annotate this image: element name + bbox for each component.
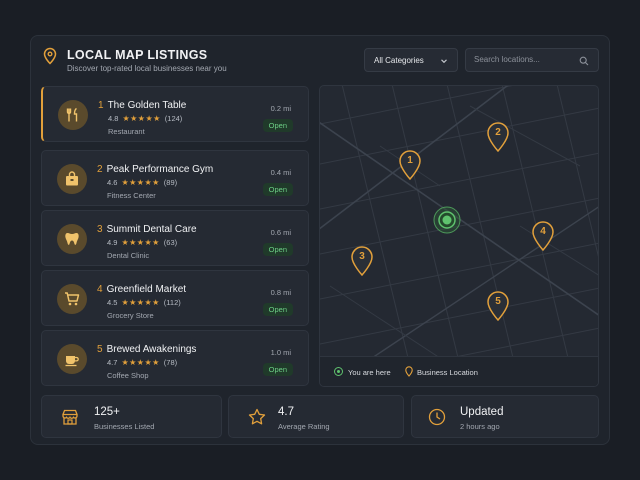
status-badge: Open [262, 303, 293, 316]
map-marker-2[interactable]: 2 [487, 122, 509, 153]
page-title: LOCAL MAP LISTINGS [67, 48, 208, 62]
stat-label: 2 hours ago [460, 422, 500, 431]
rating-value: 4.6 [107, 178, 118, 187]
legend-business-label: Business Location [417, 368, 478, 377]
listing-distance: 0.6 mi [270, 228, 291, 237]
rating-value: 4.9 [107, 238, 118, 247]
status-badge: Open [262, 243, 293, 256]
store-icon [62, 409, 78, 425]
cart-icon [57, 284, 87, 314]
chevron-down-icon [441, 59, 447, 64]
stat-rating: 4.7 Average Rating [228, 395, 404, 438]
map-legend: You are here Business Location [320, 356, 598, 386]
legend-you-label: You are here [348, 368, 391, 377]
listing-number: 5 [97, 344, 103, 355]
map-marker-3[interactable]: 3 [351, 246, 373, 277]
location-dot-icon [334, 367, 343, 376]
listing-category: Grocery Store [107, 311, 154, 320]
rating-row: 4.5 ★★★★★ (112) [107, 298, 181, 307]
star-rating: ★★★★★ [121, 178, 160, 187]
category-select[interactable]: All Categories [364, 48, 458, 72]
stat-businesses: 125+ Businesses Listed [41, 395, 222, 438]
status-badge: Open [262, 183, 293, 196]
stat-value: Updated [460, 406, 504, 418]
listing-category: Fitness Center [107, 191, 156, 200]
coffee-cup-icon [57, 344, 87, 374]
stat-value: 4.7 [278, 406, 294, 418]
marker-label: 1 [407, 155, 413, 166]
listing-card-2[interactable]: 2 Peak Performance Gym 4.6 ★★★★★ (89) Fitne… [41, 150, 309, 206]
review-count: (78) [163, 358, 178, 367]
map-marker-4[interactable]: 4 [532, 221, 554, 252]
listing-card-4[interactable]: 4 Greenfield Market 4.5 ★★★★★ (112) Grocery… [41, 270, 309, 326]
review-count: (124) [164, 114, 183, 123]
listing-name-text: Peak Performance Gym [106, 164, 214, 175]
marker-label: 3 [359, 251, 365, 262]
stat-updated: Updated 2 hours ago [411, 395, 599, 438]
listing-category: Dental Clinic [107, 251, 150, 260]
rating-value: 4.5 [107, 298, 118, 307]
listing-name: 3 Summit Dental Care [97, 224, 197, 235]
rating-row: 4.8 ★★★★★ (124) [108, 114, 182, 123]
rating-row: 4.6 ★★★★★ (89) [107, 178, 177, 187]
listing-name: 5 Brewed Awakenings [97, 344, 196, 355]
rating-value: 4.8 [108, 114, 119, 123]
bag-icon [57, 164, 87, 194]
tooth-icon [57, 224, 87, 254]
rating-value: 4.7 [107, 358, 118, 367]
listing-distance: 0.8 mi [270, 288, 291, 297]
stat-label: Businesses Listed [94, 422, 155, 431]
listing-card-1[interactable]: 1 The Golden Table 4.8 ★★★★★ (124) Restaura… [41, 86, 309, 142]
star-rating: ★★★★★ [121, 238, 160, 247]
listing-name-text: Greenfield Market [106, 284, 187, 295]
clock-icon [428, 408, 446, 426]
rating-row: 4.7 ★★★★★ (78) [107, 358, 177, 367]
star-icon [248, 408, 266, 425]
listing-name: 1 The Golden Table [98, 100, 186, 111]
stat-label: Average Rating [278, 422, 330, 431]
review-count: (89) [163, 178, 178, 187]
marker-label: 2 [495, 127, 501, 138]
listing-number: 1 [98, 100, 104, 111]
review-count: (112) [163, 298, 181, 307]
map-pin-icon [43, 47, 57, 65]
listing-distance: 0.2 mi [270, 104, 291, 113]
search-box [465, 48, 599, 72]
status-badge: Open [262, 119, 293, 132]
map-view[interactable]: 1 2 3 4 5 You are here Business Location [319, 85, 599, 387]
category-select-value: All Categories [374, 56, 424, 65]
map-marker-1[interactable]: 1 [399, 150, 421, 181]
listing-name-text: Brewed Awakenings [106, 344, 197, 355]
listing-number: 2 [97, 164, 103, 175]
page-subtitle: Discover top-rated local businesses near… [67, 64, 227, 73]
listing-name-text: The Golden Table [107, 100, 187, 111]
listing-number: 4 [97, 284, 103, 295]
listing-name: 4 Greenfield Market [97, 284, 186, 295]
stat-value: 125+ [94, 406, 120, 418]
business-pin-icon [405, 366, 413, 377]
listing-number: 3 [97, 224, 103, 235]
search-input[interactable] [474, 55, 574, 64]
listing-category: Restaurant [108, 127, 145, 136]
map-marker-5[interactable]: 5 [487, 291, 509, 322]
marker-label: 5 [495, 296, 501, 307]
star-rating: ★★★★★ [121, 298, 160, 307]
listing-card-3[interactable]: 3 Summit Dental Care 4.9 ★★★★★ (63) Dental … [41, 210, 309, 266]
listing-card-5[interactable]: 5 Brewed Awakenings 4.7 ★★★★★ (78) Coffee S… [41, 330, 309, 386]
marker-label: 4 [540, 226, 546, 237]
listing-name: 2 Peak Performance Gym [97, 164, 213, 175]
listing-distance: 1.0 mi [270, 348, 291, 357]
status-badge: Open [262, 363, 293, 376]
listing-name-text: Summit Dental Care [106, 224, 197, 235]
search-icon[interactable] [579, 56, 589, 66]
star-rating: ★★★★★ [122, 114, 161, 123]
rating-row: 4.9 ★★★★★ (63) [107, 238, 177, 247]
utensils-icon [58, 100, 88, 130]
listing-category: Coffee Shop [107, 371, 149, 380]
listing-distance: 0.4 mi [270, 168, 291, 177]
star-rating: ★★★★★ [121, 358, 160, 367]
review-count: (63) [163, 238, 178, 247]
current-location-marker [433, 206, 461, 234]
